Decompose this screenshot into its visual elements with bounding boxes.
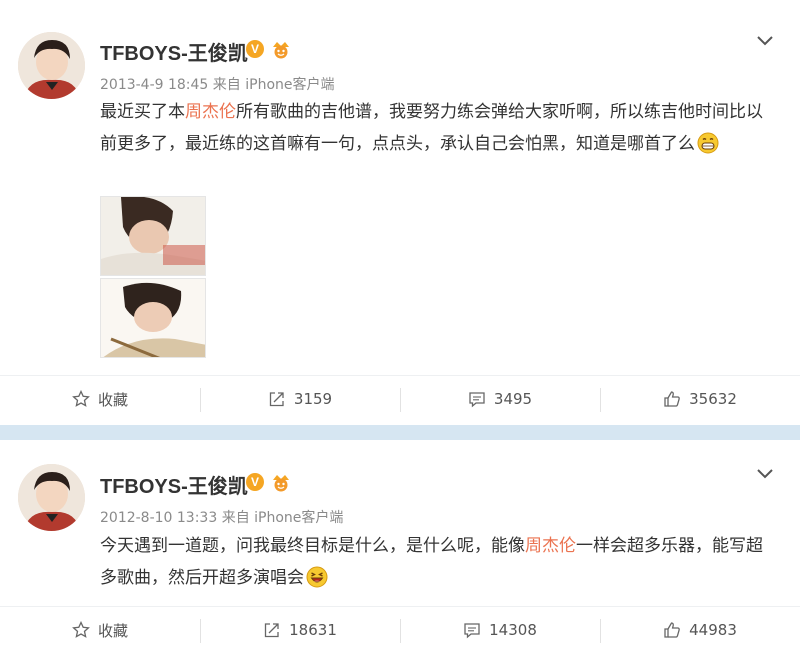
comment-button[interactable]: 14308 — [400, 607, 600, 653]
mention-link[interactable]: 周杰伦 — [525, 536, 576, 556]
post-meta: 2012-8-10 13:33 来自 iPhone客户端 — [100, 507, 343, 527]
post-text-part: 最近买了本 — [100, 102, 185, 122]
favorite-button[interactable]: 收藏 — [0, 376, 200, 422]
like-count: 35632 — [689, 390, 737, 408]
post-photo[interactable] — [100, 278, 206, 358]
post-text-part: 今天遇到一道题，问我最终目标是什么，是什么呢，能像 — [100, 536, 525, 556]
member-badge-icon — [270, 472, 292, 492]
post-source: 来自 iPhone客户端 — [212, 77, 335, 93]
favorite-label: 收藏 — [97, 621, 128, 640]
chevron-down-icon[interactable] — [756, 465, 774, 479]
member-badge-icon — [270, 39, 292, 59]
avatar[interactable] — [18, 464, 85, 531]
star-icon — [72, 621, 90, 638]
comment-count: 14308 — [489, 621, 537, 639]
comment-icon — [469, 392, 485, 408]
post-text: 今天遇到一道题，问我最终目标是什么，是什么呢，能像周杰伦一样会超多乐器，能写超多… — [100, 530, 770, 594]
chevron-down-icon[interactable] — [756, 32, 774, 46]
favorite-button[interactable]: 收藏 — [0, 607, 200, 653]
post-actions: 收藏 3159 3495 35632 — [0, 375, 800, 421]
like-count: 44983 — [689, 621, 737, 639]
comment-count: 3495 — [493, 390, 533, 408]
username[interactable]: TFBOYS-王俊凯 — [100, 37, 248, 66]
share-icon — [264, 623, 279, 638]
thumbs-up-icon — [664, 391, 680, 407]
favorite-label: 收藏 — [97, 390, 128, 409]
repost-count: 3159 — [293, 390, 333, 408]
star-icon — [72, 390, 90, 407]
post-timestamp[interactable]: 2012-8-10 13:33 — [100, 510, 217, 526]
comment-button[interactable]: 3495 — [400, 376, 600, 422]
mention-link[interactable]: 周杰伦 — [185, 102, 236, 122]
like-button[interactable]: 44983 — [600, 607, 800, 653]
post-actions: 收藏 18631 14308 44983 — [0, 606, 800, 652]
repost-button[interactable]: 3159 — [200, 376, 400, 422]
thumbs-up-icon — [664, 622, 680, 638]
post-photo[interactable] — [100, 196, 206, 276]
username[interactable]: TFBOYS-王俊凯 — [100, 470, 248, 499]
like-button[interactable]: 35632 — [600, 376, 800, 422]
post-text: 最近买了本周杰伦所有歌曲的吉他谱，我要努力练会弹给大家听啊，所以练吉他时间比以前… — [100, 96, 770, 160]
laughing-emoji-icon — [306, 566, 328, 588]
avatar[interactable] — [18, 32, 85, 99]
feed-separator — [0, 425, 800, 440]
weibo-post-card: TFBOYS-王俊凯 V 2012-8-10 13:33 来自 iPhone客户… — [0, 440, 800, 657]
repost-count: 18631 — [289, 621, 337, 639]
share-icon — [269, 392, 284, 407]
verified-badge-icon: V — [246, 40, 264, 58]
repost-button[interactable]: 18631 — [200, 607, 400, 653]
post-meta: 2013-4-9 18:45 来自 iPhone客户端 — [100, 74, 335, 94]
verified-badge-icon: V — [246, 473, 264, 491]
grin-emoji-icon — [697, 132, 719, 154]
weibo-post-card: TFBOYS-王俊凯 V 2013-4-9 18:45 来自 iPhone客户端… — [0, 0, 800, 425]
post-timestamp[interactable]: 2013-4-9 18:45 — [100, 77, 208, 93]
comment-icon — [464, 623, 480, 639]
post-source: 来自 iPhone客户端 — [221, 510, 344, 526]
